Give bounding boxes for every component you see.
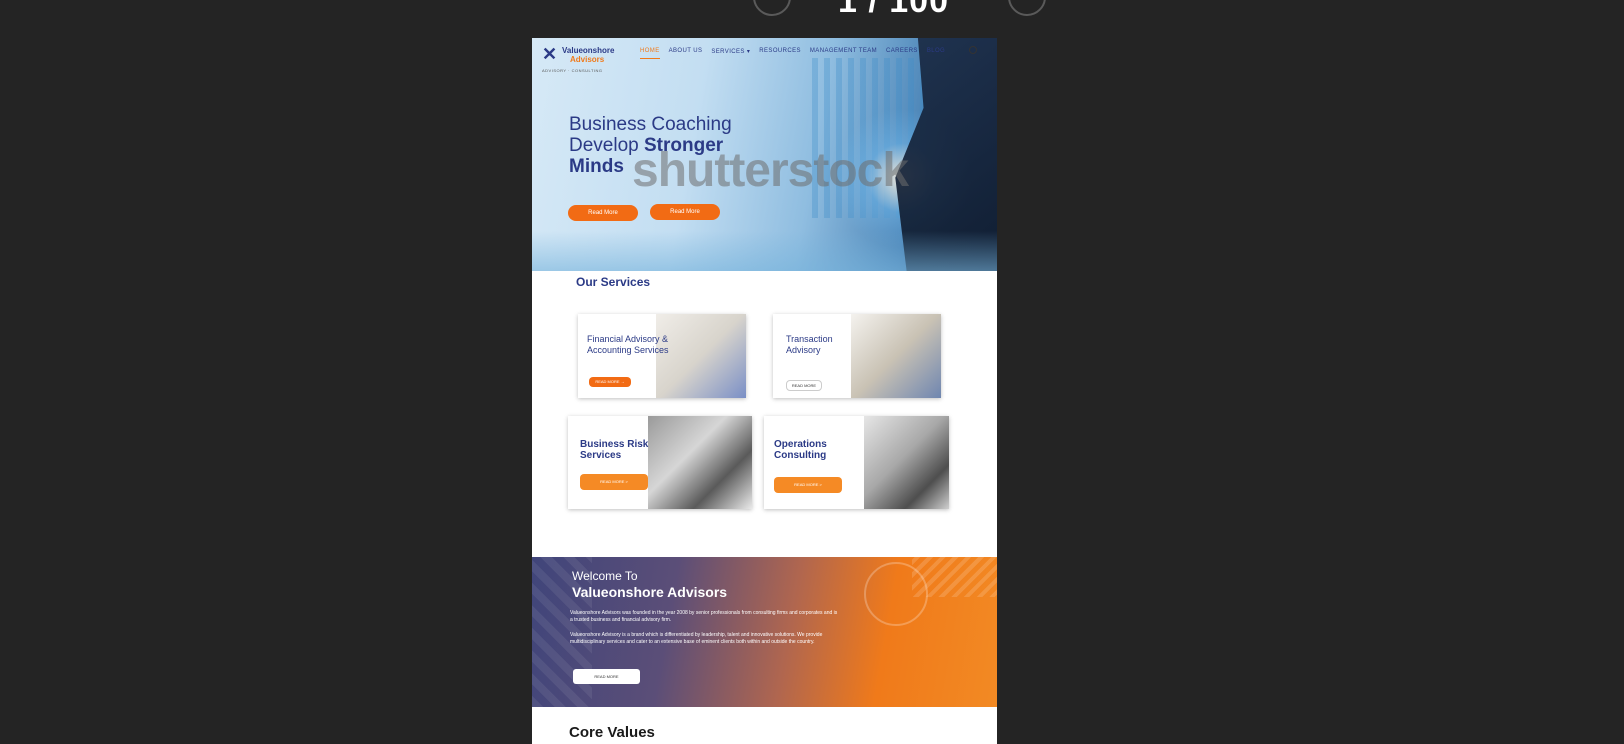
decorative-hatch bbox=[912, 557, 997, 597]
service-read-more-button[interactable]: READ MORE > bbox=[774, 477, 842, 493]
brand-name-line1: Valueonshore bbox=[562, 46, 615, 55]
welcome-heading-line1: Welcome To bbox=[572, 569, 638, 583]
welcome-paragraph-1: Valueonshore Advisors was founded in the… bbox=[570, 610, 838, 623]
nav-careers[interactable]: CAREERS bbox=[886, 48, 918, 59]
nav-management-team[interactable]: MANAGEMENT TEAM bbox=[810, 48, 877, 59]
service-photo bbox=[851, 314, 941, 398]
main-nav: HOME ABOUT US SERVICES ▾ RESOURCES MANAG… bbox=[640, 48, 945, 59]
welcome-paragraph-2: Valueonshore Advisory is a brand which i… bbox=[570, 632, 823, 645]
hero-banner: ✕ Valueonshore Advisors ADVISORY · CONSU… bbox=[532, 38, 997, 271]
service-name-line2: Services bbox=[580, 450, 622, 461]
nav-blog[interactable]: BLOG bbox=[927, 48, 945, 59]
service-name-line2: Accounting Services bbox=[587, 345, 669, 355]
service-read-more-button[interactable]: READ MORE → bbox=[589, 377, 631, 387]
nav-home[interactable]: HOME bbox=[640, 48, 660, 59]
hero-title-line1: Business Coaching bbox=[569, 114, 732, 135]
welcome-heading-line2: Valueonshore Advisors bbox=[572, 584, 728, 600]
previous-arrow-icon[interactable] bbox=[753, 0, 791, 16]
service-card-financial[interactable]: Financial Advisory & Accounting Services… bbox=[578, 314, 746, 398]
service-card-transaction[interactable]: Transaction Advisory READ MORE bbox=[773, 314, 941, 398]
service-photo bbox=[864, 416, 949, 509]
hero-title-plain: Develop bbox=[569, 135, 644, 156]
hero-read-more-button-2[interactable]: Read More bbox=[650, 204, 720, 220]
services-heading: Our Services bbox=[576, 275, 651, 289]
page-counter: 1 / 100 bbox=[838, 0, 949, 20]
service-name-line1: Business Risk bbox=[580, 439, 649, 450]
brand-tagline: ADVISORY · CONSULTING bbox=[542, 68, 603, 73]
service-card-operations[interactable]: Operations Consulting READ MORE > bbox=[764, 416, 949, 509]
service-name: Operations Consulting bbox=[774, 439, 827, 461]
service-name: Financial Advisory & Accounting Services bbox=[587, 334, 669, 356]
nav-about[interactable]: ABOUT US bbox=[669, 48, 703, 59]
hero-title: Business Coaching Develop Stronger Minds bbox=[569, 114, 732, 177]
hero-title-line3: Minds bbox=[569, 156, 624, 177]
nav-resources[interactable]: RESOURCES bbox=[759, 48, 801, 59]
service-read-more-button[interactable]: READ MORE > bbox=[580, 474, 648, 490]
hero-title-bold: Stronger bbox=[644, 135, 724, 156]
service-name-line2: Advisory bbox=[786, 345, 821, 355]
website-mockup: ✕ Valueonshore Advisors ADVISORY · CONSU… bbox=[532, 38, 997, 744]
search-icon[interactable] bbox=[969, 46, 977, 54]
next-arrow-icon[interactable] bbox=[1008, 0, 1046, 16]
x-mark-icon: ✕ bbox=[542, 44, 558, 64]
service-name: Transaction Advisory bbox=[786, 334, 833, 356]
service-name-line2: Consulting bbox=[774, 450, 827, 461]
core-values-heading: Core Values bbox=[569, 724, 655, 741]
brand-name-line2: Advisors bbox=[570, 55, 605, 64]
service-photo bbox=[648, 416, 752, 509]
hero-wave bbox=[532, 231, 997, 271]
service-name-line1: Transaction bbox=[786, 334, 833, 344]
viewer-topbar: 1 / 100 bbox=[0, 0, 1624, 38]
service-read-more-button[interactable]: READ MORE bbox=[786, 380, 822, 391]
service-card-business-risk[interactable]: Business Risk Services READ MORE > bbox=[568, 416, 752, 509]
service-name-line1: Financial Advisory & bbox=[587, 334, 669, 344]
hero-read-more-button-1[interactable]: Read More bbox=[568, 205, 638, 221]
welcome-section: Welcome To Valueonshore Advisors Valueon… bbox=[532, 557, 997, 707]
hero-title-line2: Develop Stronger bbox=[569, 135, 732, 156]
welcome-read-more-button[interactable]: READ MORE bbox=[573, 669, 640, 684]
service-photo bbox=[656, 314, 746, 398]
nav-services[interactable]: SERVICES ▾ bbox=[711, 48, 750, 59]
service-name: Business Risk Services bbox=[580, 439, 648, 461]
service-name-line1: Operations bbox=[774, 439, 827, 450]
